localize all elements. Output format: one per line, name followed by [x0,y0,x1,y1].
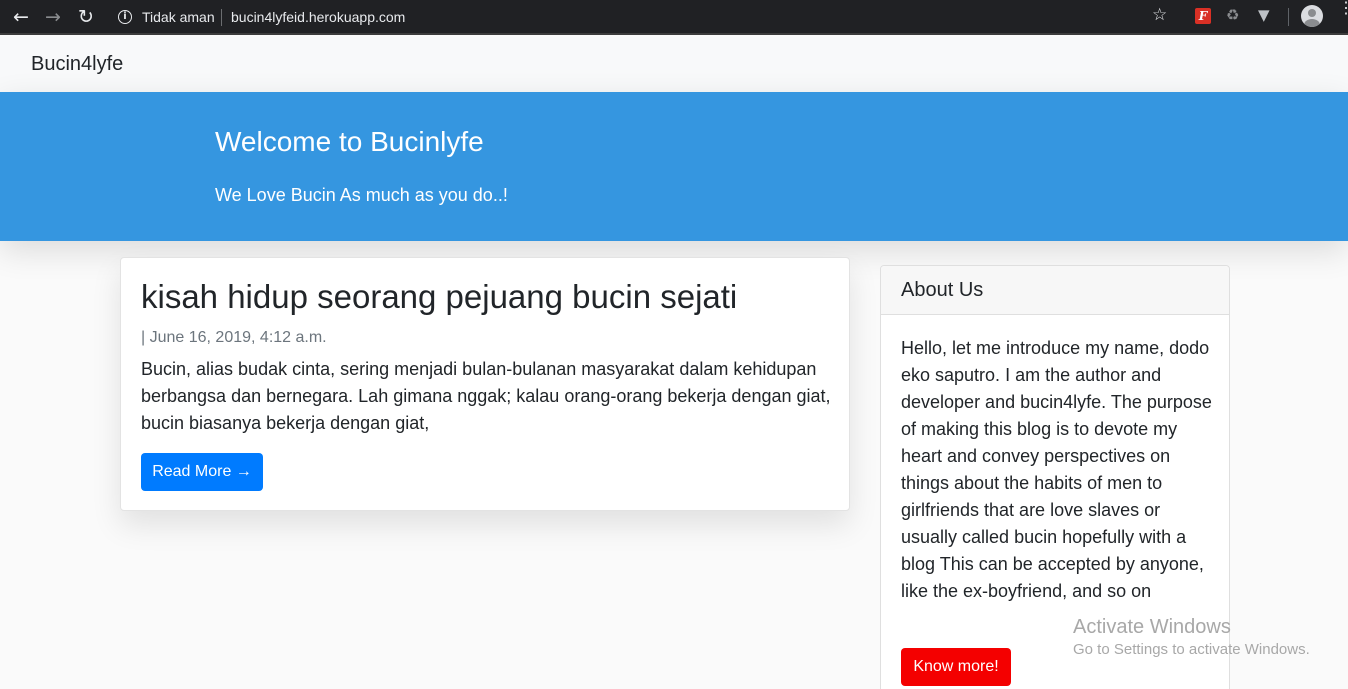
address-separator [221,9,222,26]
know-more-button[interactable]: Know more! [901,648,1011,686]
about-us-title: About Us [901,279,984,301]
about-us-text: Hello, let me introduce my name, dodo ek… [901,338,1212,601]
hero-title: Welcome to Bucinlyfe [215,126,484,157]
hero-banner: Welcome to Bucinlyfe We Love Bucin As mu… [0,92,1348,241]
profile-avatar-icon[interactable] [1301,5,1323,27]
url-text[interactable]: bucin4lyfeid.herokuapp.com [231,9,405,25]
bookmark-star-icon[interactable]: ☆ [1152,5,1167,25]
post-excerpt: Bucin, alias budak cinta, sering menjadi… [141,359,831,433]
hero-subtitle: We Love Bucin As much as you do..! [215,185,508,205]
extension-red-f-icon[interactable]: F [1195,8,1211,24]
extension-v-icon[interactable]: ▼ [1258,6,1270,24]
activate-windows-subtitle: Go to Settings to activate Windows. [1073,641,1310,658]
post-card: kisah hidup seorang pejuang bucin sejati… [120,257,850,511]
browser-toolbar: ← → ↻ i Tidak aman bucin4lyfeid.herokuap… [0,0,1348,35]
security-label[interactable]: Tidak aman [142,9,215,25]
toolbar-separator [1288,8,1289,26]
activate-windows-title: Activate Windows [1073,616,1231,638]
reload-icon[interactable]: ↻ [75,6,97,28]
extension-recycle-icon[interactable]: ♻ [1226,6,1239,24]
back-arrow-icon[interactable]: ← [10,6,32,28]
site-navbar: Bucin4lyfe [0,37,1348,92]
read-more-button[interactable]: Read More → [141,453,263,491]
navbar-brand-link[interactable]: Bucin4lyfe [31,53,123,76]
address-bar[interactable]: i Tidak aman bucin4lyfeid.herokuapp.com [108,4,1188,31]
info-icon[interactable]: i [118,10,132,24]
about-us-header: About Us [881,266,1229,315]
forward-arrow-icon[interactable]: → [42,6,64,28]
post-title: kisah hidup seorang pejuang bucin sejati [141,278,738,315]
post-meta: | June 16, 2019, 4:12 a.m. [141,329,327,346]
kebab-menu-icon[interactable]: ⋮ [1338,1,1348,17]
